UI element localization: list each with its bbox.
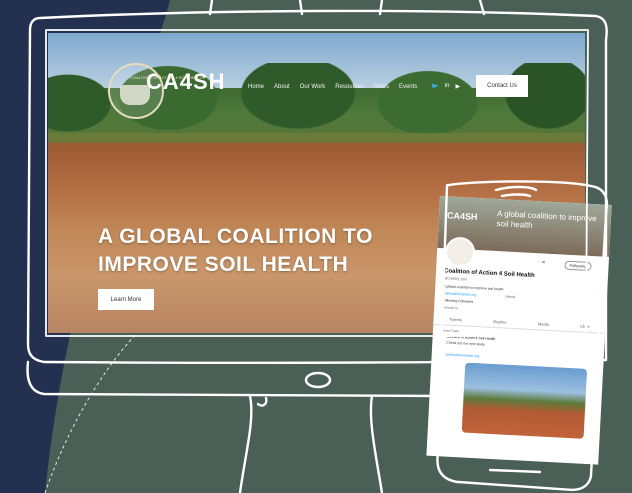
nav-news[interactable]: News: [374, 84, 389, 90]
profile-link[interactable]: soilhealthcoalition.org: [443, 291, 477, 297]
learn-more-button[interactable]: Learn More: [98, 289, 154, 310]
followed-by: Followed by: [442, 305, 459, 311]
nav-resources[interactable]: Resources: [335, 84, 364, 90]
profile-handle: @CA4SH_Soil: [443, 276, 467, 282]
pinned-label: Pinned Tweet: [440, 328, 460, 334]
hero-title-line-1: A GLOBAL COALITION TO: [98, 225, 373, 248]
nav-our-work[interactable]: Our Work: [300, 84, 326, 90]
ca4sh-logo[interactable]: CA4SH: [108, 63, 226, 119]
nav-home[interactable]: Home: [248, 84, 264, 90]
tab-likes[interactable]: Likes: [580, 324, 590, 329]
tab-tweets[interactable]: Tweets: [449, 317, 462, 323]
banner-text: A global coalition to improve soil healt…: [496, 209, 597, 230]
tweet-text: Check out our new study: [446, 340, 485, 347]
banner-logo: CA4SH: [446, 210, 478, 222]
following-button[interactable]: Following: [564, 260, 592, 272]
twitter-icon[interactable]: 🐦: [431, 83, 438, 90]
linkedin-icon[interactable]: in: [445, 83, 450, 90]
main-navigation: Home About Our Work Resources News Event…: [248, 83, 460, 90]
tweet-photo[interactable]: [461, 362, 588, 439]
hero-title: A GLOBAL COALITION TO IMPROVE SOIL HEALT…: [98, 223, 373, 279]
tab-media[interactable]: Media: [538, 321, 549, 327]
profile-joined: Joined: [504, 294, 516, 300]
nav-events[interactable]: Events: [399, 84, 417, 90]
profile-actions-icons[interactable]: ⋯ ✉: [537, 259, 546, 264]
twitter-profile-screenshot: CA4SH A global coalition to improve soil…: [426, 196, 612, 465]
profile-stats[interactable]: Following Followers: [442, 298, 473, 304]
nav-about[interactable]: About: [274, 84, 290, 90]
logo-subtitle: COALITION OF ACTION 4 SOIL HEALTH: [130, 75, 205, 80]
contact-us-button[interactable]: Contact Us: [476, 75, 528, 97]
logo-emblem-icon: [108, 63, 164, 119]
profile-avatar[interactable]: [444, 236, 476, 268]
hero-title-line-2: IMPROVE SOIL HEALTH: [98, 253, 349, 276]
youtube-icon[interactable]: ▶: [455, 83, 460, 90]
tab-replies[interactable]: Replies: [493, 319, 507, 325]
